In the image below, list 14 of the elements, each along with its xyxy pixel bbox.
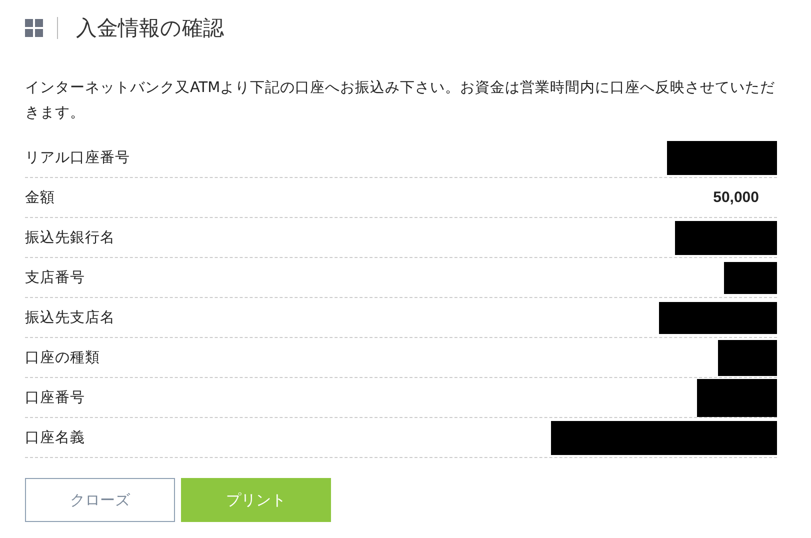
field-label: 口座番号: [25, 388, 85, 407]
field-label: 口座の種類: [25, 348, 100, 367]
instruction-text: インターネットバンク又ATMより下記の口座へお振込み下さい。お資金は営業時間内に口座へ反映させていただきます。: [25, 78, 776, 123]
field-label: 振込先支店名: [25, 308, 115, 327]
field-label: リアル口座番号: [25, 148, 130, 167]
field-label: 支店番号: [25, 268, 85, 287]
field-label: 口座名義: [25, 428, 85, 447]
page-title: 入金情報の確認: [76, 15, 224, 42]
field-label: 振込先銀行名: [25, 229, 115, 247]
field-value: 50,000: [713, 189, 759, 206]
grid-icon: [25, 19, 43, 37]
close-button[interactable]: クローズ: [25, 478, 175, 522]
print-button[interactable]: プリント: [181, 478, 331, 522]
field-label: 金額: [25, 189, 55, 207]
